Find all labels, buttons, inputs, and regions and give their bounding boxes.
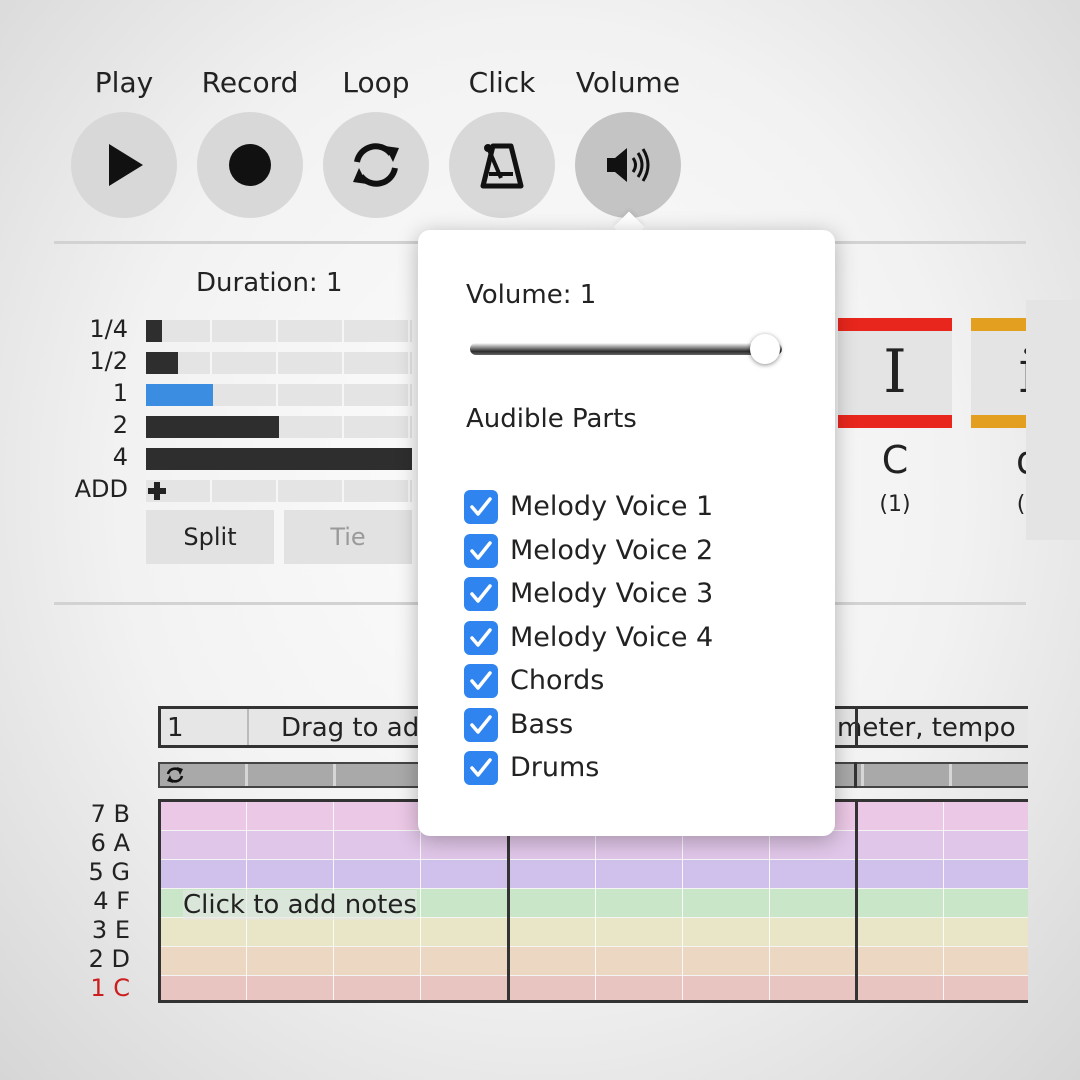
part-label: Melody Voice 4 — [510, 622, 714, 653]
chord-card[interactable]: I — [838, 318, 952, 428]
part-checkbox[interactable] — [464, 751, 498, 785]
part-checkbox[interactable] — [464, 664, 498, 698]
pitch-label: 6 A — [90, 829, 130, 857]
duration-bar[interactable] — [146, 384, 412, 406]
ruler-hint: meter, tempo — [837, 713, 1016, 743]
chord-name: C — [881, 438, 909, 482]
pitch-label: 4 F — [93, 887, 130, 915]
beat-line — [943, 802, 944, 1000]
checkmark-icon — [470, 497, 492, 516]
duration-row[interactable]: 1/2 — [60, 347, 412, 376]
duration-fill — [146, 352, 178, 374]
audible-parts-heading: Audible Parts — [466, 404, 637, 434]
volume-button[interactable] — [575, 112, 681, 218]
click-label: Click — [468, 66, 536, 99]
duration-fill — [146, 384, 213, 406]
part-checkbox[interactable] — [464, 577, 498, 611]
part-label: Drums — [510, 752, 600, 783]
duration-fill — [146, 416, 279, 438]
checkmark-icon — [470, 758, 492, 777]
duration-fill — [146, 448, 412, 470]
duration-bar[interactable] — [146, 352, 412, 374]
play-label: Play — [94, 66, 154, 99]
play-icon — [109, 144, 143, 186]
measure-line — [855, 802, 858, 1000]
duration-row-selected[interactable]: 1 — [60, 379, 412, 408]
record-label: Record — [201, 66, 299, 99]
duration-label: 1/2 — [89, 347, 128, 375]
duration-label: 4 — [112, 443, 128, 471]
pitch-label: 3 E — [91, 916, 130, 944]
duration-label: ADD — [74, 475, 128, 503]
checkmark-icon — [470, 628, 492, 647]
volume-slider[interactable] — [470, 343, 782, 355]
speaker-icon — [607, 148, 650, 182]
click-button[interactable] — [449, 112, 555, 218]
checkmark-icon — [470, 671, 492, 690]
volume-title: Volume: 1 — [466, 280, 597, 310]
duration-title: Duration: 1 — [196, 268, 343, 298]
divider — [247, 709, 249, 745]
split-button[interactable]: Split — [146, 510, 274, 564]
part-label: Melody Voice 2 — [510, 535, 714, 566]
add-duration-bar[interactable] — [146, 480, 412, 502]
loop-icon[interactable] — [164, 765, 186, 785]
duration-bar[interactable] — [146, 320, 412, 342]
chord-symbol: I — [883, 337, 907, 407]
pitch-label-tonic: 1 C — [90, 974, 130, 1002]
part-checkbox[interactable] — [464, 621, 498, 655]
duration-bar[interactable] — [146, 416, 412, 438]
part-label: Bass — [510, 709, 574, 740]
plus-icon[interactable] — [146, 480, 168, 502]
metronome-icon — [480, 143, 524, 189]
grid-hint: Click to add notes — [183, 890, 417, 920]
checkmark-icon — [470, 541, 492, 560]
chord-color-bar — [838, 318, 952, 331]
duration-fill — [146, 320, 162, 342]
record-icon — [229, 144, 271, 186]
pitch-label: 5 G — [88, 858, 130, 886]
duration-row[interactable]: 2 — [60, 411, 412, 440]
duration-row[interactable]: 1/4 — [60, 315, 412, 344]
loop-icon — [353, 143, 399, 187]
part-label: Melody Voice 1 — [510, 491, 714, 522]
measure-number: 1 — [167, 713, 184, 743]
record-button[interactable] — [197, 112, 303, 218]
volume-popover: Volume: 1 Audible Parts Melody Voice 1 M… — [418, 230, 835, 836]
volume-slider-thumb[interactable] — [750, 334, 780, 364]
duration-bar[interactable] — [146, 448, 412, 470]
chord-color-bar — [838, 415, 952, 428]
duration-label: 2 — [112, 411, 128, 439]
pitch-label: 7 B — [90, 800, 130, 828]
part-label: Chords — [510, 665, 605, 696]
ruler-hint: Drag to ad — [281, 713, 420, 743]
duration-row[interactable]: 4 — [60, 443, 412, 472]
play-button[interactable] — [71, 112, 177, 218]
checkmark-icon — [470, 584, 492, 603]
volume-label: Volume — [575, 66, 681, 99]
loop-button[interactable] — [323, 112, 429, 218]
duration-label: 1/4 — [89, 315, 128, 343]
part-checkbox[interactable] — [464, 708, 498, 742]
checkmark-icon — [470, 715, 492, 734]
duration-label: 1 — [112, 379, 128, 407]
part-checkbox[interactable] — [464, 490, 498, 524]
part-checkbox[interactable] — [464, 534, 498, 568]
measure-divider — [854, 762, 857, 788]
measure-divider — [855, 709, 858, 745]
add-duration-row[interactable]: ADD — [60, 475, 412, 504]
pitch-label: 2 D — [88, 945, 130, 973]
loop-label: Loop — [342, 66, 410, 99]
chord-number: (1) — [879, 492, 911, 517]
part-label: Melody Voice 3 — [510, 578, 714, 609]
tie-button[interactable]: Tie — [284, 510, 412, 564]
panel-edge — [1026, 300, 1080, 540]
